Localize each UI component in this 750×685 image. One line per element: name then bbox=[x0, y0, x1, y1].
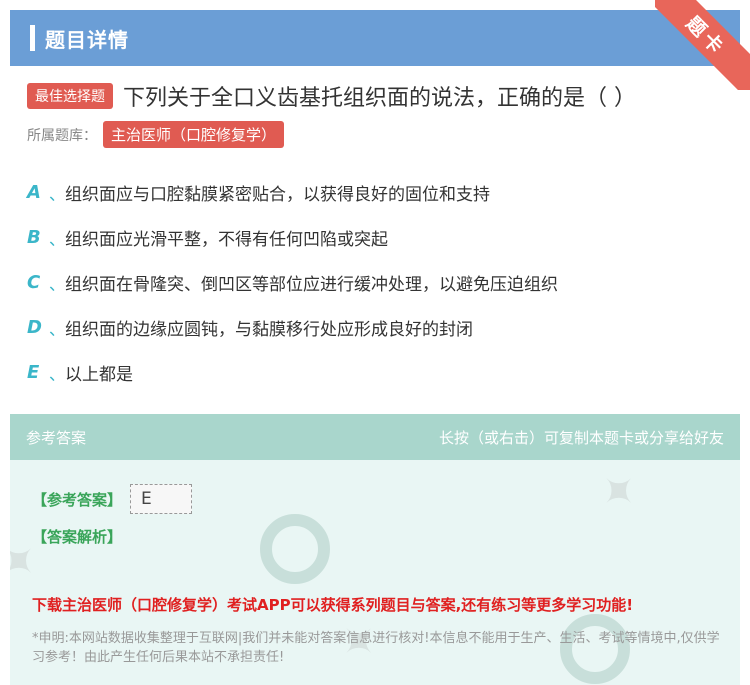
reference-answer-value: E bbox=[130, 484, 193, 514]
option-separator: 、 bbox=[49, 319, 66, 339]
option-text: 以上都是 bbox=[65, 365, 133, 385]
library-label: 所属题库： bbox=[27, 127, 97, 144]
option-letter: E bbox=[27, 362, 40, 383]
app-download-promo[interactable]: 下载主治医师（口腔修复学）考试APP可以获得系列题目与答案,还有练习等更多学习功… bbox=[32, 594, 633, 615]
answer-panel: 参考答案 长按（或右击）可复制本题卡或分享给好友 ✦ ✦ ✦ 【参考答案】 E … bbox=[10, 414, 740, 685]
option-text: 组织面的边缘应圆钝，与黏膜移行处应形成良好的封闭 bbox=[65, 320, 473, 340]
question-text: 下列关于全口义齿基托组织面的说法，正确的是（ ） bbox=[123, 86, 636, 111]
option-letter: D bbox=[27, 317, 42, 338]
page-header: 题目详情 bbox=[10, 10, 740, 66]
option-letter: B bbox=[27, 227, 41, 248]
analysis-label: 【答案解析】 bbox=[32, 528, 123, 546]
header-accent-bar bbox=[30, 25, 35, 51]
question-stem: 最佳选择题 下列关于全口义齿基托组织面的说法，正确的是（ ） bbox=[27, 80, 727, 112]
analysis-row: 【答案解析】 bbox=[32, 526, 122, 547]
ribbon-label: 题卡 bbox=[681, 12, 730, 61]
option-text: 组织面应光滑平整，不得有任何凹陷或突起 bbox=[65, 230, 388, 250]
option-separator: 、 bbox=[49, 364, 66, 384]
option-b[interactable]: B 、 组织面应光滑平整，不得有任何凹陷或突起 bbox=[27, 215, 727, 260]
reference-answer-label: 【参考答案】 bbox=[32, 490, 123, 509]
option-letter: A bbox=[27, 182, 41, 203]
question-card-ribbon[interactable]: 题卡 bbox=[655, 0, 750, 90]
share-hint: 长按（或右击）可复制本题卡或分享给好友 bbox=[438, 428, 724, 447]
option-separator: 、 bbox=[49, 229, 66, 249]
option-separator: 、 bbox=[49, 184, 66, 204]
option-e[interactable]: E 、 以上都是 bbox=[27, 350, 727, 395]
answer-panel-title: 参考答案 bbox=[26, 428, 87, 447]
option-c[interactable]: C 、 组织面在骨隆突、倒凹区等部位应进行缓冲处理，以避免压迫组织 bbox=[27, 260, 727, 305]
option-text: 组织面在骨隆突、倒凹区等部位应进行缓冲处理，以避免压迫组织 bbox=[65, 275, 558, 295]
options-list: A 、 组织面应与口腔黏膜紧密贴合，以获得良好的固位和支持 B 、 组织面应光滑… bbox=[27, 170, 727, 395]
reference-answer-row: 【参考答案】 E bbox=[32, 484, 193, 514]
library-tag[interactable]: 主治医师（口腔修复学） bbox=[103, 121, 285, 148]
question-type-badge: 最佳选择题 bbox=[27, 83, 113, 109]
option-separator: 、 bbox=[49, 274, 66, 294]
answer-panel-header: 参考答案 长按（或右击）可复制本题卡或分享给好友 bbox=[10, 414, 740, 460]
page-title: 题目详情 bbox=[45, 27, 129, 52]
option-text: 组织面应与口腔黏膜紧密贴合，以获得良好的固位和支持 bbox=[65, 185, 490, 205]
option-a[interactable]: A 、 组织面应与口腔黏膜紧密贴合，以获得良好的固位和支持 bbox=[27, 170, 727, 215]
question-library: 所属题库： 主治医师（口腔修复学） bbox=[27, 121, 285, 148]
option-letter: C bbox=[27, 272, 41, 293]
watermark-icon: ✦ bbox=[586, 458, 652, 524]
watermark-logo-icon bbox=[260, 514, 330, 584]
option-d[interactable]: D 、 组织面的边缘应圆钝，与黏膜移行处应形成良好的封闭 bbox=[27, 305, 727, 350]
disclaimer-text: *申明:本网站数据收集整理于互联网|我们并未能对答案信息进行核对!本信息不能用于… bbox=[32, 631, 720, 665]
